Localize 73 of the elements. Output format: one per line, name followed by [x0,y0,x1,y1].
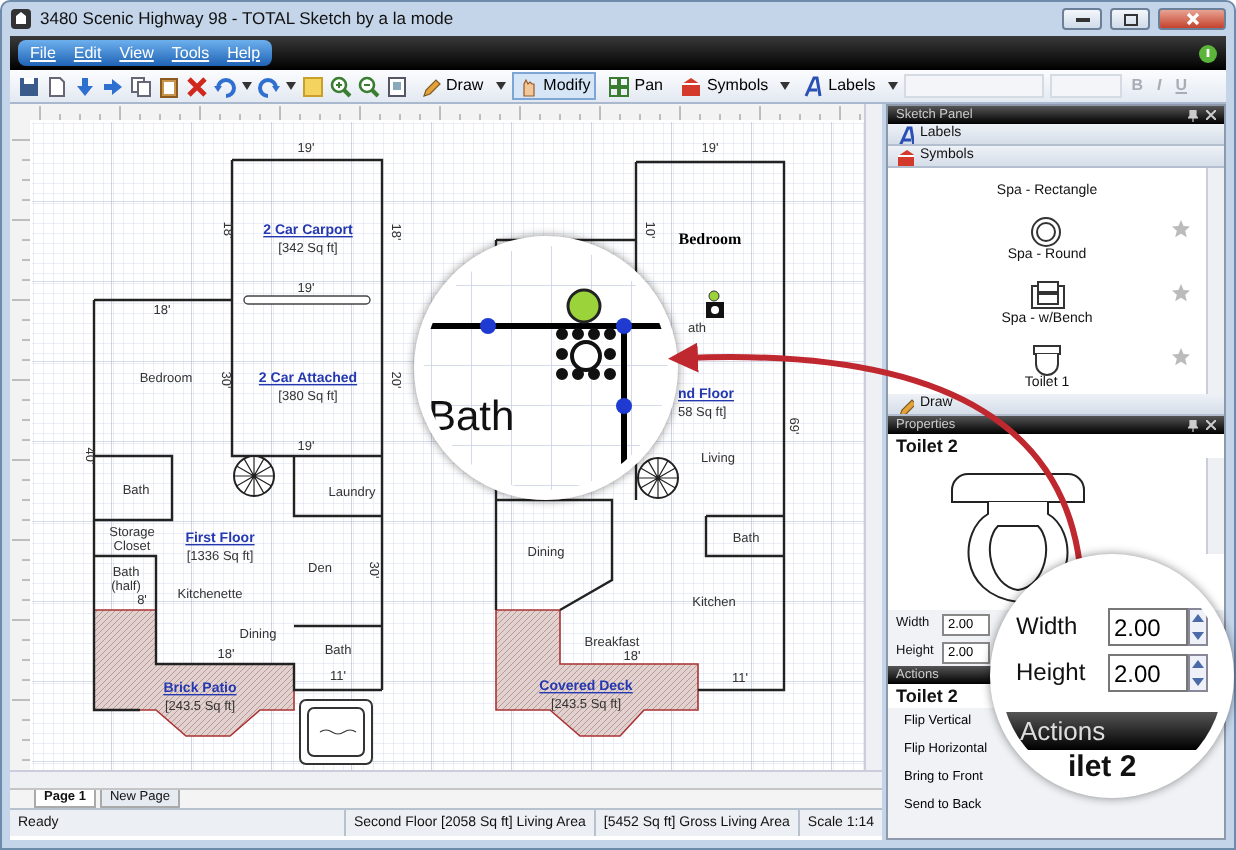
field-label: Width [1016,612,1080,642]
copy-icon[interactable] [130,75,152,97]
circle-icon [1029,215,1066,248]
scrollbar[interactable] [864,104,882,770]
toilet-symbol[interactable] [556,288,616,380]
label-icon [896,125,914,143]
toilet-symbol[interactable] [706,290,724,318]
room-label: Bedroom [678,230,742,248]
minimize-button[interactable] [1062,8,1102,30]
caret-icon [887,82,898,90]
help-icon[interactable] [1198,43,1218,63]
app-icon [10,8,32,30]
pin-icon[interactable] [1188,419,1198,431]
page-icon[interactable] [46,75,68,97]
zoom-in-icon[interactable] [330,75,352,97]
save-icon[interactable] [18,75,40,97]
maximize-button[interactable] [1110,8,1150,30]
handle-dot[interactable] [616,318,632,334]
maximize-icon [1123,13,1137,25]
undo-icon[interactable] [214,75,236,97]
delete-icon[interactable] [186,75,208,97]
redo-icon[interactable] [258,75,280,97]
menu-item[interactable]: Edit [73,45,102,61]
star-icon[interactable] [1172,220,1191,238]
scrollbar[interactable] [1206,458,1224,554]
window-title: 3480 Scenic Highway 98 - TOTAL Sketch by a la mode [40,8,454,30]
spiral-stair-drawing [233,455,275,497]
tub-icon [1029,279,1066,312]
toilet-icon [1029,343,1066,376]
field-label: Height [1016,658,1088,688]
zoom-out-icon[interactable] [358,75,380,97]
close-icon [1185,12,1199,26]
star-icon[interactable] [1172,284,1191,302]
menu-item[interactable]: Tools [171,45,210,61]
star-icon[interactable] [1172,348,1191,366]
menu-item[interactable]: Help [227,45,261,61]
spa-drawing [299,699,373,765]
pin-icon[interactable] [1188,109,1198,121]
tool-button[interactable]: Draw [414,72,490,100]
scrollbar[interactable] [10,770,882,788]
input-field[interactable]: 2.00 [1108,654,1188,692]
tool-button[interactable]: Labels [796,72,882,100]
close-icon[interactable] [1206,110,1216,120]
right-arrow-icon[interactable] [102,75,124,97]
label-icon [802,75,825,97]
tool-button[interactable]: Pan [602,72,669,100]
spiral-stair-drawing [637,457,679,499]
pencil-icon [420,75,442,97]
garage-door [243,295,371,305]
down-arrow-icon[interactable] [74,75,96,97]
scrollbar[interactable] [1206,168,1224,394]
tool-button[interactable]: Symbols [674,72,775,100]
box-icon [680,75,703,97]
menu-item[interactable]: View [119,45,154,61]
tool-button[interactable]: Modify [511,72,597,100]
spinner-icon[interactable] [1188,654,1208,692]
page-view-icon[interactable] [386,75,408,97]
spinner-icon[interactable] [1188,608,1208,646]
close-icon[interactable] [1206,420,1216,430]
input-field[interactable]: 2.00 [1108,608,1188,646]
caret-icon [242,82,252,90]
menu-item[interactable]: File [30,45,56,61]
close-button[interactable] [1158,8,1226,30]
caret-icon [286,82,296,90]
caret-icon [780,82,791,90]
clipboard-icon[interactable] [158,75,180,97]
grid-icon [608,75,631,97]
item-title: ilet 2 [1066,750,1139,786]
handle-dot[interactable] [480,318,496,334]
handle-dot[interactable] [616,398,632,414]
minimize-icon [1075,16,1089,22]
caret-icon [495,82,506,90]
item-title: Toilet 2 [888,434,1224,458]
